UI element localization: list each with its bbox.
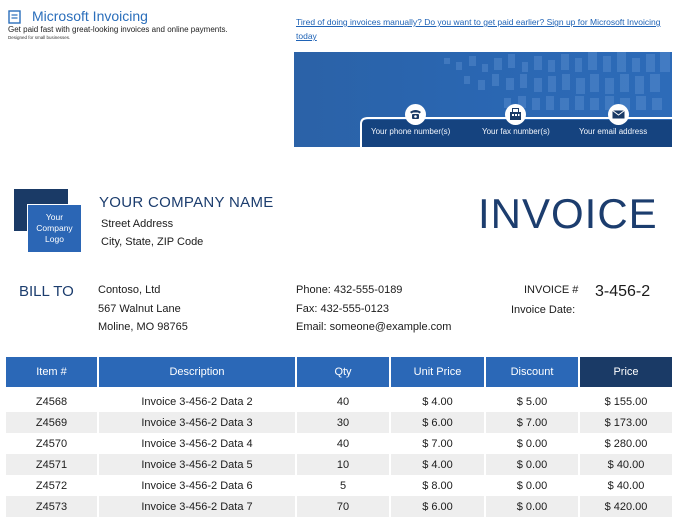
column-header-discount: Discount bbox=[486, 357, 578, 387]
bill-to-city: Moline, MO 98765 bbox=[98, 321, 188, 333]
table-header-row: Item # Description Qty Unit Price Discou… bbox=[6, 357, 672, 387]
cell-description: Invoice 3-456-2 Data 4 bbox=[141, 437, 253, 450]
cell-price: $ 40.00 bbox=[580, 454, 672, 475]
cell-unit-price: $ 7.00 bbox=[422, 437, 453, 450]
document-title: INVOICE bbox=[478, 190, 658, 237]
cell-item: Z4573 bbox=[6, 496, 97, 517]
table-row: Z4570 Invoice 3-456-2 Data 4 40 $ 7.00 $… bbox=[6, 433, 672, 454]
cell-item: Z4570 bbox=[35, 437, 68, 450]
cell-discount: $ 0.00 bbox=[516, 479, 548, 492]
cell-unit-price: $ 4.00 bbox=[422, 395, 453, 408]
fax-label: Your fax number(s) bbox=[482, 127, 550, 136]
cell-qty: 40 bbox=[336, 437, 350, 450]
cell-description: Invoice 3-456-2 Data 6 bbox=[141, 479, 253, 492]
cell-description: Invoice 3-456-2 Data 3 bbox=[99, 412, 295, 433]
table-row: Z4568 Invoice 3-456-2 Data 2 40 $ 4.00 $… bbox=[6, 391, 672, 412]
invoice-items-table: Item # Description Qty Unit Price Discou… bbox=[4, 357, 674, 517]
cell-price: $ 40.00 bbox=[607, 479, 645, 492]
cell-discount: $ 7.00 bbox=[486, 412, 578, 433]
table-row: Z4573 Invoice 3-456-2 Data 7 70 $ 6.00 $… bbox=[6, 496, 672, 517]
invoice-date-label: Invoice Date: bbox=[511, 304, 576, 316]
bill-to-street: 567 Walnut Lane bbox=[98, 303, 181, 315]
cell-price: $ 173.00 bbox=[580, 412, 672, 433]
column-header-description: Description bbox=[99, 357, 295, 387]
product-tagline: Get paid fast with great-looking invoice… bbox=[8, 25, 228, 34]
cell-qty: 10 bbox=[297, 454, 389, 475]
signup-promo-link[interactable]: Tired of doing invoices manually? Do you… bbox=[296, 15, 671, 43]
email-icon bbox=[608, 104, 629, 125]
column-header-qty: Qty bbox=[297, 357, 389, 387]
cell-unit-price: $ 6.00 bbox=[391, 496, 484, 517]
table-row: Z4571 Invoice 3-456-2 Data 5 10 $ 4.00 $… bbox=[6, 454, 672, 475]
cell-discount: $ 5.00 bbox=[516, 395, 548, 408]
table-row: Z4569 Invoice 3-456-2 Data 3 30 $ 6.00 $… bbox=[6, 412, 672, 433]
cell-item: Z4572 bbox=[35, 479, 68, 492]
invoice-app-icon bbox=[8, 10, 22, 24]
cell-description: Invoice 3-456-2 Data 2 bbox=[141, 395, 253, 408]
bill-to-label: BILL TO bbox=[19, 283, 74, 300]
bill-to-name: Contoso, Ltd bbox=[98, 284, 161, 296]
cell-discount: $ 0.00 bbox=[516, 437, 548, 450]
company-street: Street Address bbox=[101, 218, 174, 230]
cell-discount: $ 0.00 bbox=[486, 496, 578, 517]
bill-to-fax: Fax: 432-555-0123 bbox=[296, 303, 389, 315]
cell-qty: 30 bbox=[297, 412, 389, 433]
table-row: Z4572 Invoice 3-456-2 Data 6 5 $ 8.00 $ … bbox=[6, 475, 672, 496]
phone-label: Your phone number(s) bbox=[371, 127, 451, 136]
column-header-price: Price bbox=[580, 357, 672, 387]
cell-item: Z4569 bbox=[6, 412, 97, 433]
bill-to-phone: Phone: 432-555-0189 bbox=[296, 284, 403, 296]
column-header-item: Item # bbox=[6, 357, 97, 387]
cell-price: $ 280.00 bbox=[604, 437, 648, 450]
company-logo-text: Your Company Logo bbox=[36, 212, 73, 244]
cell-price: $ 155.00 bbox=[604, 395, 648, 408]
product-name: Microsoft Invoicing bbox=[32, 8, 148, 24]
cell-unit-price: $ 8.00 bbox=[422, 479, 453, 492]
cell-qty: 40 bbox=[336, 395, 350, 408]
company-name: YOUR COMPANY NAME bbox=[99, 194, 274, 211]
invoice-number-value: 3-456-2 bbox=[595, 283, 651, 300]
contact-strip-border bbox=[360, 117, 372, 149]
email-label: Your email address bbox=[579, 127, 648, 136]
company-city: City, State, ZIP Code bbox=[101, 236, 204, 248]
fax-icon bbox=[505, 104, 526, 125]
product-small-print: Designed for small businesses. bbox=[8, 35, 71, 40]
cell-item: Z4571 bbox=[6, 454, 97, 475]
cell-unit-price: $ 4.00 bbox=[391, 454, 484, 475]
cell-qty: 5 bbox=[339, 479, 347, 492]
cell-description: Invoice 3-456-2 Data 5 bbox=[99, 454, 295, 475]
cell-item: Z4568 bbox=[35, 395, 68, 408]
cell-description: Invoice 3-456-2 Data 7 bbox=[99, 496, 295, 517]
phone-icon bbox=[405, 104, 426, 125]
bill-to-email: Email: someone@example.com bbox=[296, 321, 452, 333]
column-header-unit-price: Unit Price bbox=[391, 357, 484, 387]
invoice-number-label: INVOICE # bbox=[524, 284, 579, 296]
cell-discount: $ 0.00 bbox=[486, 454, 578, 475]
cell-unit-price: $ 6.00 bbox=[391, 412, 484, 433]
cell-qty: 70 bbox=[297, 496, 389, 517]
cell-price: $ 420.00 bbox=[580, 496, 672, 517]
